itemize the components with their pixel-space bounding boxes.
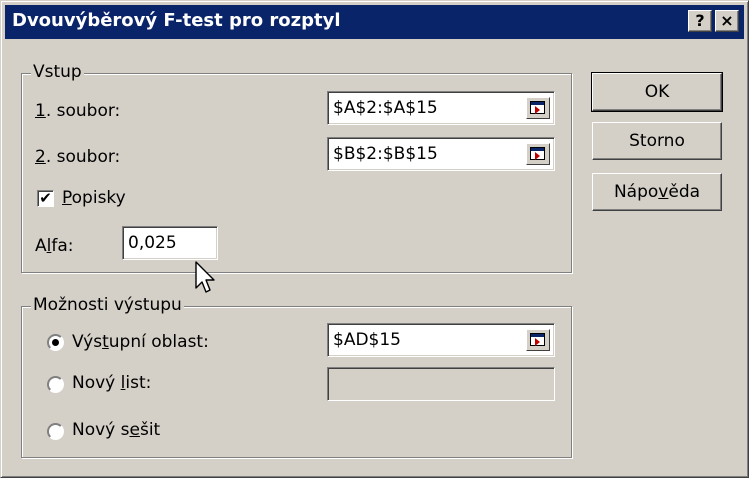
new-workbook-radio[interactable] [47, 423, 64, 440]
help-button[interactable]: Nápověda [592, 173, 722, 211]
f-test-dialog: Dvouvýběrový F-test pro rozptyl ? × Vstu… [0, 0, 749, 478]
output-range-radio[interactable] [47, 334, 64, 351]
range2-input[interactable]: $B$2:$B$15 [327, 137, 555, 171]
alpha-label: Alfa: [35, 236, 74, 256]
new-sheet-label[interactable]: Nový list: [72, 373, 151, 393]
question-icon: ? [695, 11, 705, 30]
new-sheet-radio[interactable] [47, 376, 64, 393]
output-range-collapse-button[interactable] [526, 329, 550, 351]
labels-checkbox-label[interactable]: Popisky [62, 188, 126, 208]
ok-button[interactable]: OK [591, 72, 723, 112]
cancel-button[interactable]: Storno [592, 122, 722, 160]
new-sheet-input[interactable] [327, 367, 555, 401]
labels-checkbox[interactable]: ✔ [37, 190, 54, 207]
input-group-legend: Vstup [31, 62, 84, 82]
alpha-value: 0,025 [128, 233, 177, 253]
output-group-legend: Možnosti výstupu [31, 295, 184, 315]
new-workbook-label[interactable]: Nový sešit [72, 420, 160, 440]
check-icon: ✔ [39, 189, 52, 207]
title-bar[interactable]: Dvouvýběrový F-test pro rozptyl ? × [5, 5, 744, 39]
output-range-value: $AD$15 [333, 330, 401, 350]
output-range-input[interactable]: $AD$15 [327, 323, 555, 357]
help-title-button[interactable]: ? [688, 10, 712, 32]
close-title-button[interactable]: × [715, 10, 739, 32]
range1-input[interactable]: $A$2:$A$15 [327, 91, 555, 125]
range2-value: $B$2:$B$15 [333, 144, 438, 164]
mouse-cursor-icon [195, 261, 215, 293]
range1-value: $A$2:$A$15 [333, 98, 438, 118]
range1-collapse-button[interactable] [526, 97, 550, 119]
output-range-label[interactable]: Výstupní oblast: [72, 332, 209, 352]
alpha-input[interactable]: 0,025 [122, 226, 218, 260]
close-icon: × [720, 11, 734, 30]
range1-label: 1. soubor: [35, 101, 121, 121]
range2-collapse-button[interactable] [526, 143, 550, 165]
range2-label: 2. soubor: [35, 147, 121, 167]
window-title: Dvouvýběrový F-test pro rozptyl [12, 10, 341, 31]
